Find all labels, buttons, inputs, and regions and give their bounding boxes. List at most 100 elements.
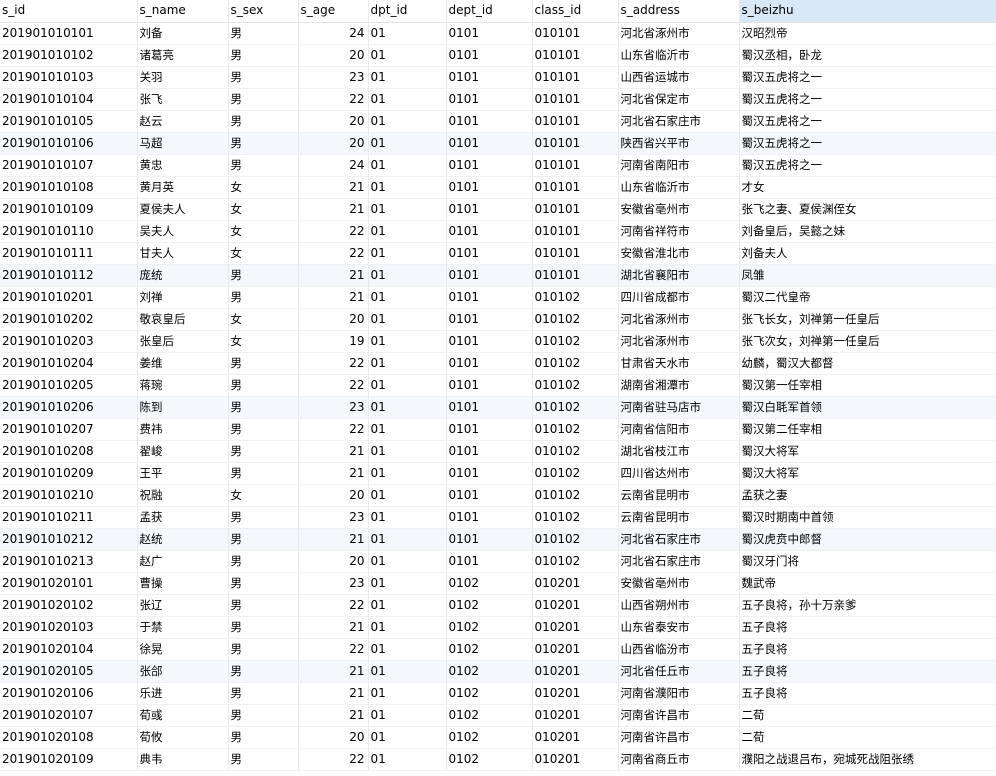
cell-s-address[interactable]: 安徽省淮北市 [618, 242, 740, 265]
cell-dept-id[interactable]: 0101 [446, 440, 533, 463]
cell-s-beizhu[interactable]: 蜀汉白毦军首领 [739, 396, 996, 419]
cell-s-address[interactable]: 河北省石家庄市 [618, 110, 740, 133]
cell-s-beizhu[interactable]: 蜀汉时期南中首领 [739, 506, 996, 529]
cell-dept-id[interactable]: 0101 [446, 308, 533, 331]
cell-s-address[interactable]: 湖南省湘潭市 [618, 374, 740, 397]
cell-dept-id[interactable]: 0102 [446, 594, 533, 617]
cell-s-sex[interactable]: 女 [228, 308, 299, 331]
cell-s-sex[interactable]: 男 [228, 88, 299, 111]
cell-class-id[interactable]: 010201 [532, 572, 619, 595]
cell-s-address[interactable]: 河北省涿州市 [618, 22, 740, 45]
cell-s-sex[interactable]: 男 [228, 264, 299, 287]
cell-s-id[interactable]: 201901010203 [0, 330, 138, 353]
cell-s-beizhu[interactable]: 张飞长女，刘禅第一任皇后 [739, 308, 996, 331]
cell-s-name[interactable]: 赵统 [137, 528, 229, 551]
cell-dept-id[interactable]: 0102 [446, 616, 533, 639]
cell-dpt-id[interactable]: 01 [368, 572, 447, 595]
cell-dept-id[interactable]: 0101 [446, 352, 533, 375]
table-row[interactable]: 201901010207 费祎男 22 01 0101 010102 河南省信阳市 蜀汉第二任… [0, 418, 996, 441]
cell-s-name[interactable]: 张辽 [137, 594, 229, 617]
cell-s-address[interactable]: 甘肃省天水市 [618, 352, 740, 375]
cell-s-id[interactable]: 201901010104 [0, 88, 138, 111]
cell-class-id[interactable]: 010201 [532, 594, 619, 617]
cell-s-address[interactable]: 山东省泰安市 [618, 616, 740, 639]
table-row[interactable]: 201901010204 姜维男 22 01 0101 010102 甘肃省天水市 幼麟，蜀汉… [0, 352, 996, 375]
cell-class-id[interactable]: 010102 [532, 440, 619, 463]
cell-s-age[interactable]: 23 [298, 66, 369, 89]
cell-s-age[interactable]: 24 [298, 22, 369, 45]
cell-s-age[interactable]: 21 [298, 198, 369, 221]
cell-s-name[interactable]: 姜维 [137, 352, 229, 375]
cell-s-sex[interactable]: 男 [228, 660, 299, 683]
cell-s-id[interactable]: 201901010103 [0, 66, 138, 89]
cell-class-id[interactable]: 010101 [532, 22, 619, 45]
cell-dpt-id[interactable]: 01 [368, 198, 447, 221]
cell-s-beizhu[interactable]: 蜀汉大将军 [739, 440, 996, 463]
table-row[interactable]: 201901010205 蒋琬男 22 01 0101 010102 湖南省湘潭市 蜀汉第一任… [0, 374, 996, 397]
cell-dept-id[interactable]: 0101 [446, 176, 533, 199]
cell-s-sex[interactable]: 男 [228, 528, 299, 551]
cell-s-sex[interactable]: 男 [228, 396, 299, 419]
cell-s-address[interactable]: 山东省临沂市 [618, 44, 740, 67]
cell-s-sex[interactable]: 女 [228, 220, 299, 243]
cell-s-sex[interactable]: 男 [228, 506, 299, 529]
cell-dpt-id[interactable]: 01 [368, 44, 447, 67]
cell-class-id[interactable]: 010101 [532, 154, 619, 177]
cell-class-id[interactable]: 010101 [532, 44, 619, 67]
cell-s-id[interactable]: 201901010101 [0, 22, 138, 45]
cell-class-id[interactable]: 010102 [532, 286, 619, 309]
cell-s-sex[interactable]: 男 [228, 286, 299, 309]
table-row[interactable]: 201901010108 黄月英女 21 01 0101 010101 山东省临沂市 才女 [0, 176, 996, 199]
cell-s-name[interactable]: 徐晃 [137, 638, 229, 661]
cell-s-id[interactable]: 201901020107 [0, 704, 138, 727]
cell-s-id[interactable]: 201901010107 [0, 154, 138, 177]
cell-dpt-id[interactable]: 01 [368, 594, 447, 617]
cell-s-name[interactable]: 刘禅 [137, 286, 229, 309]
cell-s-name[interactable]: 夏侯夫人 [137, 198, 229, 221]
cell-s-age[interactable]: 21 [298, 682, 369, 705]
cell-dpt-id[interactable]: 01 [368, 418, 447, 441]
cell-s-beizhu[interactable]: 蜀汉牙门将 [739, 550, 996, 573]
cell-dpt-id[interactable]: 01 [368, 176, 447, 199]
cell-s-age[interactable]: 20 [298, 726, 369, 749]
cell-dpt-id[interactable]: 01 [368, 308, 447, 331]
cell-dpt-id[interactable]: 01 [368, 66, 447, 89]
cell-class-id[interactable]: 010102 [532, 462, 619, 485]
cell-class-id[interactable]: 010101 [532, 220, 619, 243]
cell-s-age[interactable]: 20 [298, 110, 369, 133]
cell-s-address[interactable]: 山西省运城市 [618, 66, 740, 89]
cell-s-age[interactable]: 22 [298, 638, 369, 661]
cell-s-address[interactable]: 河北省涿州市 [618, 330, 740, 353]
table-row[interactable]: 201901020103 于禁男 21 01 0102 010201 山东省泰安市 五子良将 [0, 616, 996, 639]
cell-s-name[interactable]: 荀彧 [137, 704, 229, 727]
cell-s-id[interactable]: 201901010106 [0, 132, 138, 155]
cell-s-age[interactable]: 21 [298, 176, 369, 199]
table-row[interactable]: 201901010111 甘夫人女 22 01 0101 010101 安徽省淮北市 刘备夫人 [0, 242, 996, 265]
cell-class-id[interactable]: 010201 [532, 616, 619, 639]
cell-dpt-id[interactable]: 01 [368, 726, 447, 749]
cell-s-sex[interactable]: 男 [228, 22, 299, 45]
table-row[interactable]: 201901010212 赵统男 21 01 0101 010102 河北省石家庄市 蜀汉虎贲… [0, 528, 996, 551]
cell-dpt-id[interactable]: 01 [368, 132, 447, 155]
cell-s-beizhu[interactable]: 才女 [739, 176, 996, 199]
cell-s-name[interactable]: 庞统 [137, 264, 229, 287]
result-grid[interactable]: s_id s_name s_sex s_age dpt_id dept_id class_i… [0, 0, 996, 776]
cell-s-beizhu[interactable]: 蜀汉二代皇帝 [739, 286, 996, 309]
cell-s-sex[interactable]: 男 [228, 374, 299, 397]
cell-dept-id[interactable]: 0101 [446, 132, 533, 155]
cell-dept-id[interactable]: 0102 [446, 572, 533, 595]
table-row[interactable]: 201901010110 吴夫人女 22 01 0101 010101 河南省祥符市 刘备皇后… [0, 220, 996, 243]
cell-dept-id[interactable]: 0101 [446, 286, 533, 309]
cell-s-sex[interactable]: 男 [228, 748, 299, 771]
cell-dept-id[interactable]: 0101 [446, 396, 533, 419]
cell-class-id[interactable]: 010102 [532, 484, 619, 507]
cell-class-id[interactable]: 010101 [532, 176, 619, 199]
cell-class-id[interactable]: 010201 [532, 638, 619, 661]
cell-class-id[interactable]: 010102 [532, 418, 619, 441]
cell-s-id[interactable]: 201901020104 [0, 638, 138, 661]
cell-s-name[interactable]: 黄忠 [137, 154, 229, 177]
cell-s-beizhu[interactable]: 蜀汉五虎将之一 [739, 88, 996, 111]
cell-dept-id[interactable]: 0101 [446, 506, 533, 529]
cell-s-age[interactable]: 21 [298, 286, 369, 309]
cell-dept-id[interactable]: 0101 [446, 550, 533, 573]
